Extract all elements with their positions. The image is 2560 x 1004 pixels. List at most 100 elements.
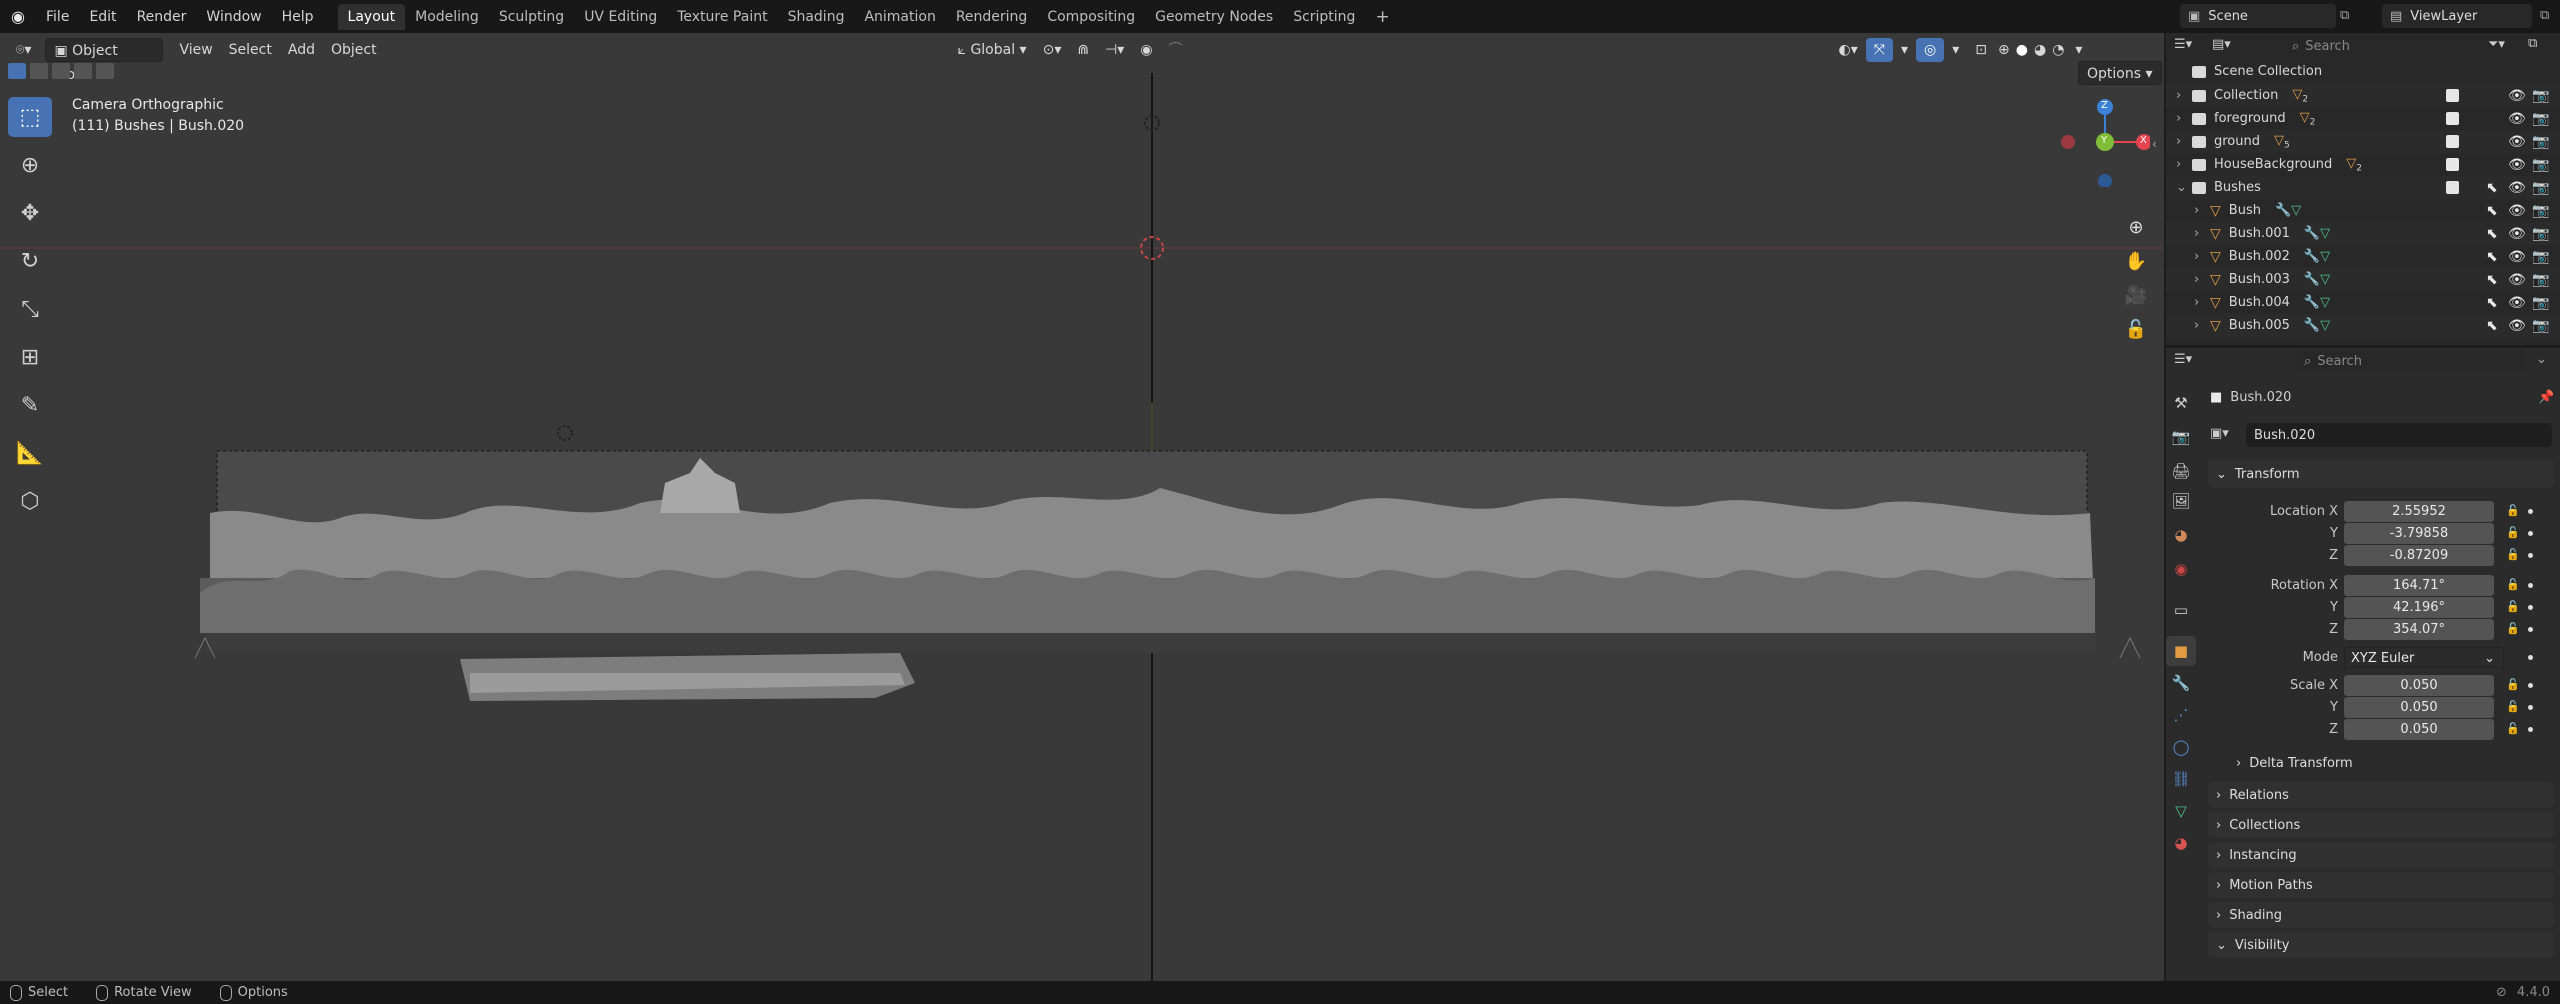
render-camera-icon[interactable]: 📷: [2532, 203, 2549, 219]
chevron-right-icon[interactable]: ›: [2194, 318, 2199, 333]
outliner-row[interactable]: › ground ▽5 👁 📷: [2166, 130, 2560, 153]
outliner-search-input[interactable]: ⌕ Search: [2284, 35, 2414, 57]
lock-icon[interactable]: 🔓: [2506, 700, 2520, 713]
render-camera-icon[interactable]: 📷: [2532, 88, 2549, 104]
zoom-icon[interactable]: ⊕: [2118, 209, 2154, 245]
render-tab-icon[interactable]: 📷: [2166, 422, 2196, 452]
render-camera-icon[interactable]: 📷: [2532, 272, 2549, 288]
outliner-filter-icon[interactable]: ⏷▾: [2488, 37, 2505, 52]
lock-icon[interactable]: 🔓: [2506, 504, 2520, 517]
keyframe-dot-icon[interactable]: [2528, 605, 2533, 610]
chevron-right-icon[interactable]: ›: [2194, 226, 2199, 241]
menu-edit[interactable]: Edit: [79, 5, 126, 29]
rotation-mode-dropdown[interactable]: XYZ Euler ⌄: [2344, 647, 2504, 668]
add-workspace-icon[interactable]: +: [1365, 4, 1399, 30]
chevron-right-icon[interactable]: ›: [2176, 88, 2181, 103]
data-tab-icon[interactable]: ▽: [2166, 796, 2196, 826]
keyframe-dot-icon[interactable]: [2528, 627, 2533, 632]
properties-search-input[interactable]: ⌕ Search: [2296, 350, 2526, 372]
eye-icon[interactable]: 👁: [2508, 157, 2526, 173]
render-camera-icon[interactable]: 📷: [2532, 295, 2549, 311]
output-tab-icon[interactable]: 🖨: [2166, 456, 2196, 486]
keyframe-dot-icon[interactable]: [2528, 655, 2533, 660]
keyframe-dot-icon[interactable]: [2528, 583, 2533, 588]
display-mode-icon[interactable]: ▤▾: [2212, 37, 2231, 52]
camera-view-icon[interactable]: 🎥: [2118, 277, 2154, 313]
menu-help[interactable]: Help: [272, 5, 324, 29]
render-camera-icon[interactable]: 📷: [2532, 157, 2549, 173]
tab-compositing[interactable]: Compositing: [1037, 4, 1145, 30]
selectable-toggle-icon[interactable]: ⬉: [2486, 180, 2498, 196]
outliner-row[interactable]: › ▽ Bush.005 🔧 ▽ ⬉ 👁 📷: [2166, 314, 2560, 337]
render-camera-icon[interactable]: 📷: [2532, 111, 2549, 127]
navigation-gizmo[interactable]: Z X Y: [2060, 97, 2152, 188]
rotation-z-field[interactable]: 354.07°: [2344, 619, 2494, 640]
eye-icon[interactable]: 👁: [2508, 272, 2526, 288]
keyframe-dot-icon[interactable]: [2528, 705, 2533, 710]
tab-texture-paint[interactable]: Texture Paint: [667, 4, 777, 30]
panel-header-visibility[interactable]: ⌄ Visibility: [2208, 932, 2554, 958]
outliner-row[interactable]: ⌄ Bushes ⬉ 👁 📷: [2166, 176, 2560, 199]
keyframe-dot-icon[interactable]: [2528, 509, 2533, 514]
tab-shading[interactable]: Shading: [778, 4, 855, 30]
properties-editor-type-icon[interactable]: ☰▾: [2174, 352, 2192, 367]
outliner-row[interactable]: › ▽ Bush 🔧 ▽ ⬉ 👁 📷: [2166, 199, 2560, 222]
outliner-row[interactable]: › ▽ Bush.004 🔧 ▽ ⬉ 👁 📷: [2166, 291, 2560, 314]
tool-tab-icon[interactable]: ⚒: [2166, 388, 2196, 418]
eye-icon[interactable]: 👁: [2508, 295, 2526, 311]
tab-modeling[interactable]: Modeling: [405, 4, 489, 30]
camera-lock-icon[interactable]: 🔓: [2118, 311, 2154, 347]
render-camera-icon[interactable]: 📷: [2532, 180, 2549, 196]
keyframe-dot-icon[interactable]: [2528, 727, 2533, 732]
lock-icon[interactable]: 🔓: [2506, 548, 2520, 561]
constraints-tab-icon[interactable]: ⛓: [2166, 764, 2196, 794]
lock-icon[interactable]: 🔓: [2506, 722, 2520, 735]
outliner-row[interactable]: › foreground ▽2 👁 📷: [2166, 107, 2560, 130]
chevron-right-icon[interactable]: ›: [2194, 203, 2199, 218]
lock-icon[interactable]: 🔓: [2506, 622, 2520, 635]
view-layer-selector[interactable]: ▤ ViewLayer: [2382, 4, 2532, 28]
scale-z-field[interactable]: 0.050: [2344, 719, 2494, 740]
outliner-row[interactable]: › ▽ Bush.003 🔧 ▽ ⬉ 👁 📷: [2166, 268, 2560, 291]
menu-file[interactable]: File: [36, 5, 79, 29]
transform-panel-header[interactable]: ⌄ Transform: [2208, 460, 2554, 488]
object-datablock-icon[interactable]: ▣▾: [2210, 426, 2229, 441]
keyframe-dot-icon[interactable]: [2528, 553, 2533, 558]
chevron-right-icon[interactable]: ›: [2176, 111, 2181, 126]
tab-uv-editing[interactable]: UV Editing: [574, 4, 667, 30]
keyframe-dot-icon[interactable]: [2528, 531, 2533, 536]
panel-header-motion-paths[interactable]: › Motion Paths: [2208, 872, 2554, 898]
location-y-field[interactable]: -3.79858: [2344, 523, 2494, 544]
delta-transform-subpanel[interactable]: › Delta Transform: [2228, 756, 2353, 771]
properties-options-icon[interactable]: ⌄: [2536, 352, 2547, 367]
object-name-field[interactable]: Bush.020: [2246, 423, 2552, 447]
outliner-row[interactable]: › ▽ Bush.001 🔧 ▽ ⬉ 👁 📷: [2166, 222, 2560, 245]
scene-selector[interactable]: ▣ Scene: [2180, 4, 2336, 28]
tab-sculpting[interactable]: Sculpting: [489, 4, 574, 30]
lock-icon[interactable]: 🔓: [2506, 600, 2520, 613]
menu-render[interactable]: Render: [127, 5, 197, 29]
eye-icon[interactable]: 👁: [2508, 203, 2526, 219]
exclude-checkbox[interactable]: [2446, 158, 2459, 171]
pin-icon[interactable]: 📌: [2538, 390, 2554, 405]
chevron-right-icon[interactable]: ›: [2176, 134, 2181, 149]
keyframe-dot-icon[interactable]: [2528, 683, 2533, 688]
chevron-right-icon[interactable]: ›: [2194, 272, 2199, 287]
outliner-row-scene-collection[interactable]: Scene Collection: [2166, 60, 2560, 83]
blender-logo-icon[interactable]: ◉: [0, 0, 36, 33]
selectable-toggle-icon[interactable]: ⬉: [2486, 203, 2498, 219]
selectable-toggle-icon[interactable]: ⬉: [2486, 318, 2498, 334]
panel-header-instancing[interactable]: › Instancing: [2208, 842, 2554, 868]
chevron-down-icon[interactable]: ⌄: [2176, 180, 2187, 195]
eye-icon[interactable]: 👁: [2508, 111, 2526, 127]
render-camera-icon[interactable]: 📷: [2532, 226, 2549, 242]
sidebar-toggle-icon[interactable]: ‹: [2152, 137, 2157, 151]
panel-header-relations[interactable]: › Relations: [2208, 782, 2554, 808]
render-camera-icon[interactable]: 📷: [2532, 249, 2549, 265]
tab-animation[interactable]: Animation: [854, 4, 945, 30]
outliner-editor-type-icon[interactable]: ☰▾: [2174, 37, 2192, 52]
3d-viewport[interactable]: ⌾▾ ▣ Object Mode ▾ View Select Add Objec…: [0, 33, 2164, 981]
outliner-row[interactable]: › ▽ Bush.002 🔧 ▽ ⬉ 👁 📷: [2166, 245, 2560, 268]
lock-icon[interactable]: 🔓: [2506, 578, 2520, 591]
scale-x-field[interactable]: 0.050: [2344, 675, 2494, 696]
